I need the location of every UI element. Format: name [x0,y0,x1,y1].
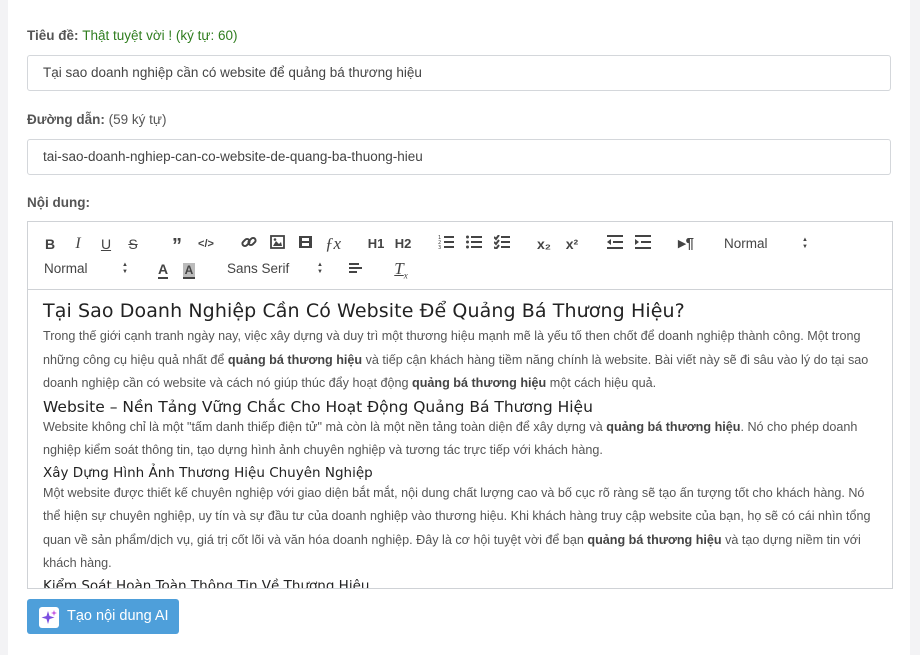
header-1-button[interactable]: H1 [366,234,386,254]
code-block-icon[interactable]: </> [196,234,216,254]
svg-text:3: 3 [438,245,441,249]
header-select[interactable]: Normal ▲ ▼ [724,234,808,254]
clear-format-icon[interactable]: Tx [392,259,410,280]
content-heading-2: Website – Nền Tảng Vững Chắc Cho Hoạt Độ… [43,397,593,416]
bullet-list-icon[interactable] [465,234,483,254]
chevron-down-icon: ▲ ▼ [122,262,128,275]
background-color-icon[interactable]: A [181,259,197,279]
italic-button[interactable]: I [71,234,85,254]
align-icon[interactable] [348,260,364,280]
blockquote-icon[interactable]: ” [169,234,185,257]
formula-icon[interactable]: ƒx [324,234,342,254]
title-label: Tiêu đề: Thật tuyệt vời ! (ký tự: 60) [27,28,237,43]
text-color-icon[interactable]: A [156,259,170,279]
post-editor-panel: Tiêu đề: Thật tuyệt vời ! (ký tự: 60) Tạ… [8,0,910,655]
content-heading-3: Xây Dựng Hình Ảnh Thương Hiệu Chuyên Ngh… [43,464,373,481]
ai-button-label: Tạo nội dung AI [67,608,169,624]
bold-button[interactable]: B [43,234,57,254]
header-2-button[interactable]: H2 [393,234,413,254]
outdent-icon[interactable] [606,234,624,254]
image-icon[interactable] [268,234,286,254]
link-icon[interactable] [240,234,258,254]
size-select[interactable]: Normal ▲ ▼ [44,259,128,279]
indent-icon[interactable] [634,234,652,254]
underline-button[interactable]: U [99,234,113,254]
content-paragraph-2: Website không chỉ là một "tấm danh thiếp… [43,419,858,458]
content-heading-4: Kiểm Soát Hoàn Toàn Thông Tin Về Thương … [43,577,370,589]
strike-button[interactable]: S [126,234,140,254]
editor-content[interactable]: Tại Sao Doanh Nghiệp Cần Có Website Để Q… [28,290,892,588]
title-status: Thật tuyệt vời ! (ký tự: 60) [82,28,238,43]
text-direction-icon[interactable]: ▸¶ [676,234,696,254]
slug-input[interactable]: tai-sao-doanh-nghiep-can-co-website-de-q… [27,139,891,175]
title-input[interactable]: Tại sao doanh nghiệp cần có website để q… [27,55,891,91]
chevron-down-icon: ▲ ▼ [317,262,323,275]
video-icon[interactable] [296,234,314,254]
content-paragraph-3: Một website được thiết kế chuyên nghiệp … [43,485,871,571]
content-paragraph-1: Trong thế giới cạnh tranh ngày nay, việc… [43,329,869,390]
slug-label: Đường dẫn: (59 ký tự) [27,112,166,127]
ordered-list-icon[interactable]: 123 [437,234,455,254]
slug-label-text: Đường dẫn: [27,112,105,127]
content-label: Nội dung: [27,195,90,210]
chevron-down-icon: ▲ ▼ [802,237,808,250]
font-select[interactable]: Sans Serif ▲ ▼ [227,259,323,279]
sparkles-icon [39,607,59,628]
content-heading-1: Tại Sao Doanh Nghiệp Cần Có Website Để Q… [43,300,685,322]
generate-ai-content-button[interactable]: Tạo nội dung AI [27,599,179,634]
title-label-text: Tiêu đề: [27,28,79,43]
rich-text-editor: B I U S ” </> ƒx H1 H2 123 x₂ x² ▸¶ Norm… [27,221,893,589]
slug-count: (59 ký tự) [108,112,167,127]
checklist-icon[interactable] [493,234,511,254]
editor-toolbar: B I U S ” </> ƒx H1 H2 123 x₂ x² ▸¶ Norm… [28,222,892,290]
subscript-button[interactable]: x₂ [534,234,554,254]
superscript-button[interactable]: x² [562,234,582,254]
